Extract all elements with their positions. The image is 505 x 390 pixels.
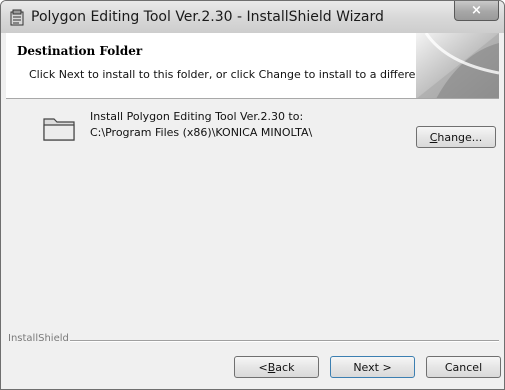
title-bar[interactable]: Polygon Editing Tool Ver.2.30 - InstallS… [1,1,504,33]
page-subtitle: Click Next to install to this folder, or… [29,68,465,81]
page-title: Destination Folder [17,44,143,58]
close-button[interactable]: × [454,1,499,21]
close-icon: × [471,3,482,18]
next-label: Next > [353,360,392,374]
wizard-body: Install Polygon Editing Tool Ver.2.30 to… [6,100,501,389]
back-label-post: ack [275,360,295,374]
header-banner-graphic [416,33,499,98]
install-path: C:\Program Files (x86)\KONICA MINOLTA\ [90,126,313,139]
installshield-brand: InstallShield [8,333,69,344]
next-button[interactable]: Next > [330,356,415,378]
back-label-accel: B [267,360,276,374]
installer-icon [10,9,24,26]
wizard-header: Destination Folder Click Next to install… [6,33,499,99]
change-label-accel: C [429,130,438,144]
install-label: Install Polygon Editing Tool Ver.2.30 to… [90,110,304,123]
cancel-label: Cancel [444,360,483,374]
back-label-pre: < [258,360,268,374]
window-title: Polygon Editing Tool Ver.2.30 - InstallS… [31,9,384,25]
back-button[interactable]: < Back [234,356,319,378]
change-label-post: hange... [437,130,483,144]
installshield-wizard-window: Polygon Editing Tool Ver.2.30 - InstallS… [0,0,505,390]
folder-icon [43,118,75,141]
cancel-button[interactable]: Cancel [426,356,501,378]
footer-divider [70,340,499,342]
change-button[interactable]: Change... [416,126,496,148]
